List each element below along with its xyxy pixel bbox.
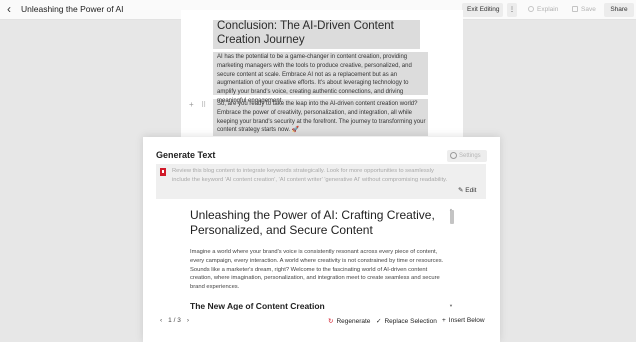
gear-icon bbox=[450, 152, 457, 159]
preview-title: Unleashing the Power of AI: Crafting Cre… bbox=[190, 208, 435, 237]
lightbulb-icon bbox=[528, 6, 534, 12]
panel-title: Generate Text bbox=[156, 150, 216, 160]
scroll-down-icon[interactable]: ▼ bbox=[449, 303, 453, 308]
pencil-icon: ✎ bbox=[458, 187, 464, 194]
explain-button[interactable]: Explain bbox=[523, 3, 563, 17]
preview-scrollbar[interactable]: ▲ ▼ bbox=[449, 207, 455, 308]
save-label: Save bbox=[581, 6, 596, 13]
next-arrow-icon[interactable]: › bbox=[187, 317, 189, 324]
edit-label: Edit bbox=[465, 187, 477, 194]
page-indicator: 1 / 3 bbox=[168, 317, 181, 324]
prompt-flag-icon bbox=[160, 168, 166, 176]
add-block-icon[interactable]: + bbox=[189, 100, 194, 109]
insert-below-button[interactable]: + Insert Below bbox=[442, 317, 485, 324]
save-icon bbox=[572, 6, 578, 12]
preview-body: Imagine a world where your brand's voice… bbox=[190, 249, 444, 291]
generated-preview[interactable]: Unleashing the Power of AI: Crafting Cre… bbox=[180, 205, 456, 310]
save-button[interactable]: Save bbox=[567, 3, 601, 17]
refresh-icon: ↻ bbox=[328, 318, 334, 325]
previous-arrow-icon[interactable]: ‹ bbox=[160, 317, 162, 324]
insert-label: Insert Below bbox=[448, 317, 485, 324]
settings-label: Settings bbox=[459, 153, 481, 159]
conclusion-heading[interactable]: Conclusion: The AI-Driven Content Creati… bbox=[217, 20, 422, 47]
regenerate-button[interactable]: ↻ Regenerate bbox=[328, 317, 370, 325]
replace-selection-button[interactable]: ✓ Replace Selection bbox=[376, 317, 437, 325]
exit-editing-button[interactable]: Exit Editing bbox=[462, 3, 503, 17]
regenerate-label: Regenerate bbox=[336, 318, 371, 325]
settings-button[interactable]: Settings bbox=[447, 150, 487, 162]
pagination: ‹ 1 / 3 › bbox=[160, 317, 195, 324]
document-title: Unleashing the Power of AI bbox=[21, 4, 124, 14]
more-options-icon[interactable]: ⋮ bbox=[507, 3, 517, 17]
suggestion-text: Review this blog content to integrate ke… bbox=[172, 168, 448, 183]
back-arrow-icon[interactable]: ‹ bbox=[7, 2, 11, 16]
plus-icon: + bbox=[442, 317, 446, 324]
closing-text: So, are you ready to take the leap into … bbox=[217, 101, 426, 134]
check-icon: ✓ bbox=[376, 318, 382, 325]
scrollbar-thumb[interactable] bbox=[450, 210, 454, 224]
rocket-emoji: 🚀 bbox=[291, 127, 300, 134]
conclusion-paragraph[interactable]: AI has the potential to be a game-change… bbox=[217, 53, 429, 106]
drag-handle-icon[interactable]: ⠿ bbox=[201, 101, 206, 109]
explain-label: Explain bbox=[537, 6, 559, 13]
preview-subheading: The New Age of Content Creation bbox=[190, 301, 325, 310]
edit-button[interactable]: ✎ Edit bbox=[458, 186, 476, 194]
share-button[interactable]: Share bbox=[604, 3, 634, 17]
replace-label: Replace Selection bbox=[384, 318, 437, 325]
closing-paragraph[interactable]: So, are you ready to take the leap into … bbox=[217, 100, 429, 135]
